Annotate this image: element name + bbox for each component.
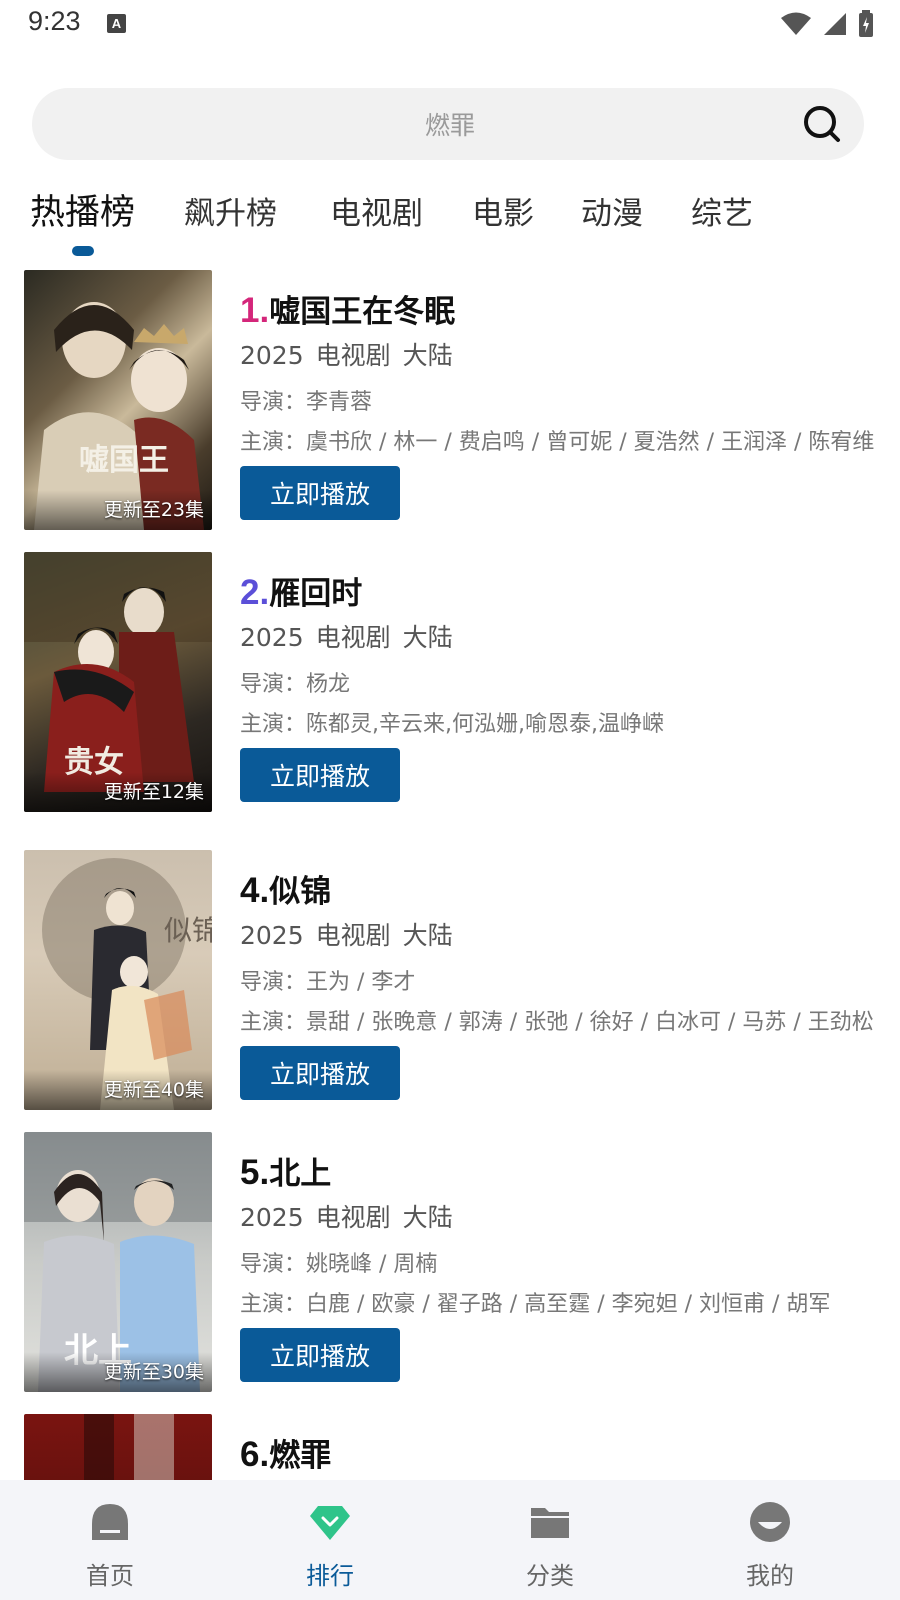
- item-meta: 2025 电视剧 大陆: [240, 916, 465, 952]
- home-icon: [92, 1504, 128, 1540]
- nav-category-label: 分类: [526, 1562, 574, 1590]
- list-item[interactable]: 似锦 更新至40集 4.似锦 2025 电视剧 大陆 导演：王为 / 李才 主演：景…: [24, 850, 884, 1112]
- nav-home-label: 首页: [86, 1562, 134, 1590]
- item-title[interactable]: 2.雁回时: [240, 568, 362, 613]
- profile-icon: [750, 1502, 790, 1542]
- year: 2025: [240, 1203, 304, 1232]
- poster-image[interactable]: 似锦 更新至40集: [24, 850, 212, 1110]
- item-meta: 2025 电视剧 大陆: [240, 336, 465, 372]
- cast: 主演：陈都灵,辛云来,何泓姗,喻恩泰,温峥嵘: [240, 712, 664, 737]
- item-title[interactable]: 1.嘘国王在冬眠: [240, 286, 455, 331]
- ranking-diamond-icon: [310, 1506, 350, 1540]
- cast: 主演：白鹿 / 欧豪 / 翟子路 / 高至霆 / 李宛妲 / 刘恒甫 / 胡军: [240, 1292, 831, 1317]
- rank-number: 6.: [240, 1435, 270, 1474]
- title-text: 北上: [269, 1156, 332, 1192]
- poster-image[interactable]: 嘘国王 更新至23集: [24, 270, 212, 530]
- title-text: 雁回时: [269, 576, 363, 612]
- item-title[interactable]: 4.似锦: [240, 866, 331, 911]
- nav-profile[interactable]: 我的: [695, 1480, 845, 1600]
- episode-update-label: 更新至30集: [103, 1361, 204, 1383]
- poster-art: [84, 1414, 174, 1480]
- director: 导演：王为 / 李才: [240, 970, 416, 995]
- nav-ranking-label: 排行: [306, 1562, 354, 1590]
- list-item[interactable]: 北上 更新至30集 5.北上 2025 电视剧 大陆 导演：姚晓峰 / 周楠 主演：…: [24, 1132, 884, 1394]
- region: 大陆: [402, 341, 453, 370]
- episode-update-label: 更新至12集: [103, 781, 204, 803]
- folder-icon: [531, 1508, 569, 1538]
- director: 导演：李青蓉: [240, 390, 373, 415]
- rank-number: 4.: [240, 871, 270, 910]
- play-button[interactable]: 立即播放: [240, 466, 400, 520]
- poster-image[interactable]: [24, 1414, 212, 1480]
- play-button[interactable]: 立即播放: [240, 748, 400, 802]
- episode-update-label: 更新至23集: [103, 499, 204, 521]
- play-button[interactable]: 立即播放: [240, 1046, 400, 1100]
- list-item[interactable]: 6.燃罪: [24, 1414, 884, 1480]
- poster-image[interactable]: 北上 更新至30集: [24, 1132, 212, 1392]
- region: 大陆: [402, 623, 453, 652]
- director: 导演：姚晓峰 / 周楠: [240, 1252, 438, 1277]
- nav-category[interactable]: 分类: [475, 1480, 625, 1600]
- bottom-navigation: 首页 排行 分类 我的: [0, 1480, 900, 1600]
- cast: 主演：虞书欣 / 林一 / 费启鸣 / 曾可妮 / 夏浩然 / 王润泽 / 陈宥…: [240, 430, 875, 455]
- type: 电视剧: [315, 1203, 391, 1232]
- episode-update-label: 更新至40集: [103, 1079, 204, 1101]
- year: 2025: [240, 921, 304, 950]
- list-item[interactable]: 贵女 更新至12集 2.雁回时 2025 电视剧 大陆 导演：杨龙 主演：陈都灵,辛…: [24, 552, 884, 814]
- rank-number: 5.: [240, 1153, 270, 1192]
- year: 2025: [240, 341, 304, 370]
- play-button[interactable]: 立即播放: [240, 1328, 400, 1382]
- type: 电视剧: [315, 623, 391, 652]
- nav-profile-label: 我的: [746, 1562, 794, 1590]
- nav-ranking[interactable]: 排行: [255, 1480, 405, 1600]
- director: 导演：杨龙: [240, 672, 351, 697]
- type: 电视剧: [315, 341, 391, 370]
- year: 2025: [240, 623, 304, 652]
- title-text: 似锦: [269, 874, 332, 910]
- title-text: 嘘国王在冬眠: [269, 294, 456, 330]
- title-text: 燃罪: [269, 1438, 332, 1474]
- rank-number: 1.: [240, 291, 270, 330]
- list-item[interactable]: 嘘国王 更新至23集 1.嘘国王在冬眠 2025 电视剧 大陆 导演：李青蓉 主演：…: [24, 270, 884, 532]
- item-meta: 2025 电视剧 大陆: [240, 1198, 465, 1234]
- cast: 主演：景甜 / 张晚意 / 郭涛 / 张弛 / 徐好 / 白冰可 / 马苏 / …: [240, 1010, 874, 1035]
- type: 电视剧: [315, 921, 391, 950]
- item-meta: 2025 电视剧 大陆: [240, 618, 465, 654]
- svg-text:嘘国王: 嘘国王: [79, 443, 169, 478]
- item-title[interactable]: 5.北上: [240, 1148, 331, 1193]
- item-title[interactable]: 6.燃罪: [240, 1430, 331, 1475]
- region: 大陆: [402, 1203, 453, 1232]
- ranking-list[interactable]: 嘘国王 更新至23集 1.嘘国王在冬眠 2025 电视剧 大陆 导演：李青蓉 主演：…: [0, 0, 900, 1480]
- rank-number: 2.: [240, 573, 270, 612]
- poster-image[interactable]: 贵女 更新至12集: [24, 552, 212, 812]
- nav-home[interactable]: 首页: [35, 1480, 185, 1600]
- region: 大陆: [402, 921, 453, 950]
- svg-text:似锦: 似锦: [164, 914, 212, 947]
